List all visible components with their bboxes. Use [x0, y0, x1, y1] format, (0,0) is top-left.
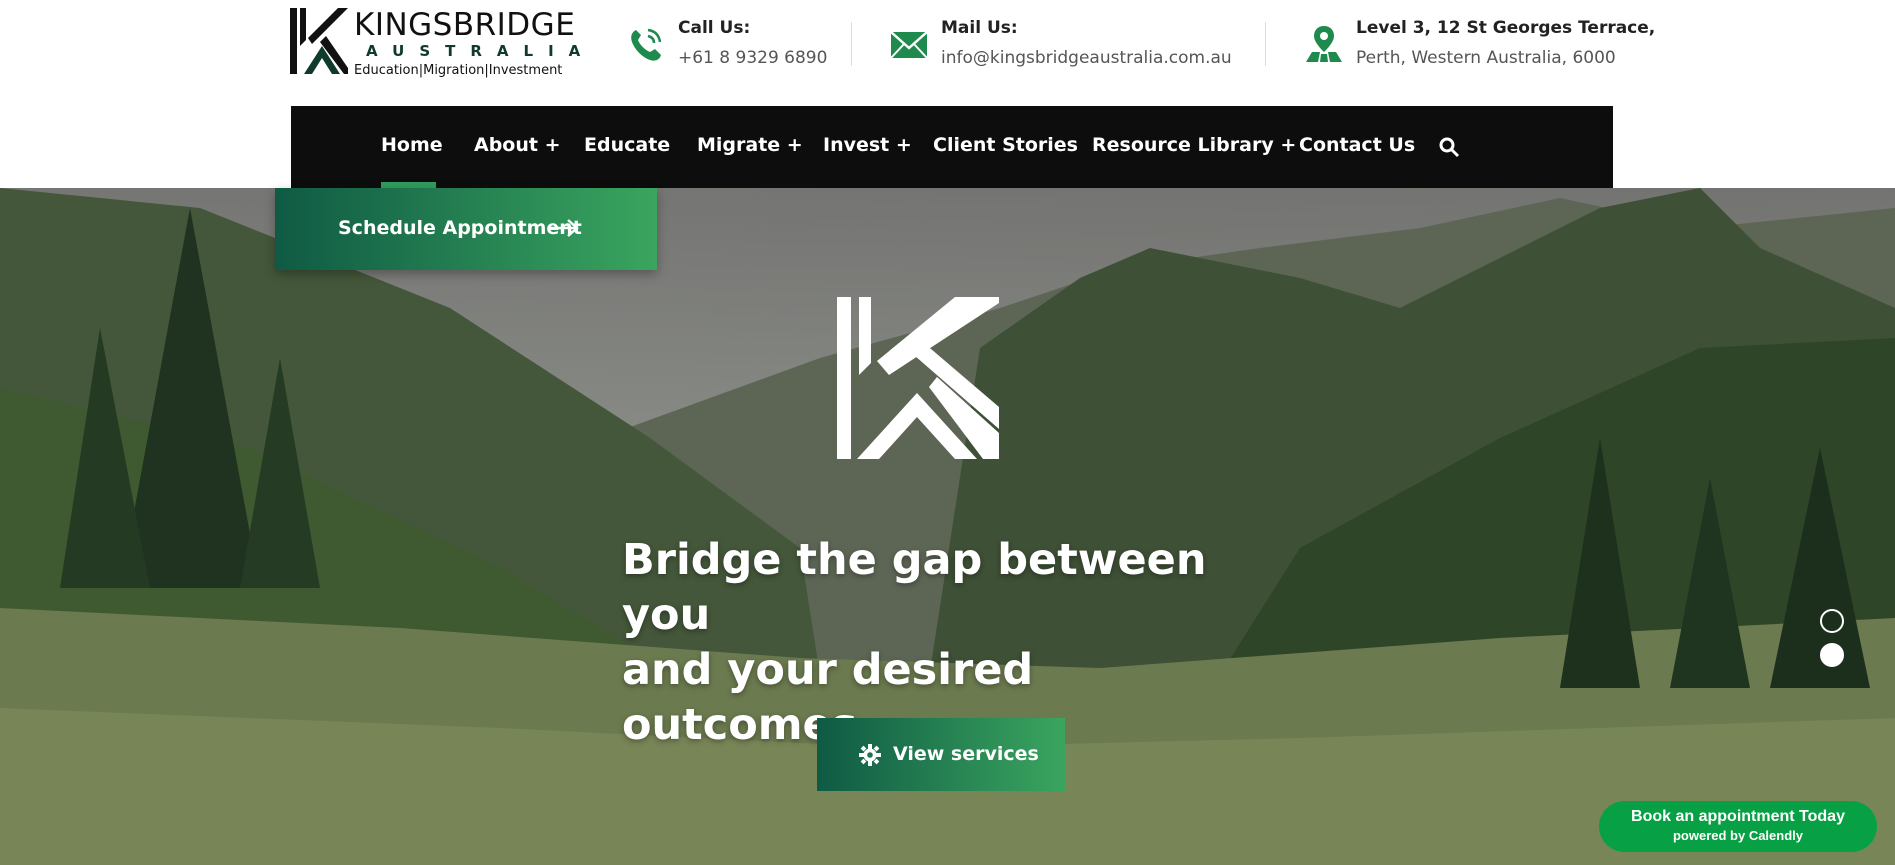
location-icon: [1306, 26, 1342, 62]
brand-subtitle: AUSTRALIA: [366, 42, 596, 60]
nav-invest[interactable]: Invest +: [823, 134, 912, 156]
arrow-right-icon: [549, 219, 579, 237]
brand-name: KINGSBRIDGE: [354, 7, 576, 43]
hero-headline-line1: Bridge the gap between you: [622, 535, 1207, 640]
contact-call: Call Us: +61 8 9329 6890: [626, 18, 827, 78]
calendly-booking-button[interactable]: Book an appointment Today powered by Cal…: [1599, 801, 1877, 852]
slider-dot-2[interactable]: [1820, 643, 1844, 667]
brand-tagline: Education|Migration|Investment: [354, 63, 563, 78]
mail-icon: [890, 31, 928, 59]
calendly-title: Book an appointment Today: [1631, 808, 1845, 825]
address-line2: Perth, Western Australia, 6000: [1356, 48, 1616, 68]
header-divider: [851, 22, 852, 66]
schedule-appointment-label: Schedule Appointment: [338, 217, 582, 239]
main-nav: Home About + Educate Migrate + Invest + …: [291, 106, 1613, 188]
mail-label: Mail Us:: [941, 18, 1018, 38]
phone-icon: [631, 28, 662, 61]
kingsbridge-logo-mark-icon: [290, 8, 348, 74]
view-services-label: View services: [893, 743, 1039, 765]
slider-dot-1[interactable]: [1820, 609, 1844, 633]
address-line1: Level 3, 12 St Georges Terrace,: [1356, 18, 1656, 38]
contact-address: Level 3, 12 St Georges Terrace, Perth, W…: [1304, 18, 1655, 78]
header-divider: [1265, 22, 1266, 66]
schedule-appointment-button[interactable]: Schedule Appointment: [275, 188, 657, 270]
search-icon[interactable]: [1438, 136, 1460, 158]
nav-educate[interactable]: Educate: [584, 134, 670, 156]
call-number[interactable]: +61 8 9329 6890: [678, 48, 827, 68]
brand-logo[interactable]: KINGSBRIDGE AUSTRALIA Education|Migratio…: [290, 8, 580, 80]
nav-migrate[interactable]: Migrate +: [697, 134, 803, 156]
top-header: KINGSBRIDGE AUSTRALIA Education|Migratio…: [0, 0, 1895, 106]
calendly-subtitle: powered by Calendly: [1672, 828, 1804, 843]
nav-contact-us[interactable]: Contact Us: [1299, 134, 1415, 156]
call-label: Call Us:: [678, 18, 751, 38]
nav-about[interactable]: About +: [474, 134, 561, 156]
contact-mail: Mail Us: info@kingsbridgeaustralia.com.a…: [889, 18, 1232, 78]
gear-icon: [859, 744, 881, 766]
mail-address[interactable]: info@kingsbridgeaustralia.com.au: [941, 48, 1232, 68]
kingsbridge-hero-logo-icon: [837, 297, 999, 459]
view-services-button[interactable]: View services: [817, 718, 1065, 791]
nav-resource-library[interactable]: Resource Library +: [1092, 134, 1296, 156]
nav-home[interactable]: Home: [381, 134, 443, 156]
nav-client-stories[interactable]: Client Stories: [933, 134, 1078, 156]
